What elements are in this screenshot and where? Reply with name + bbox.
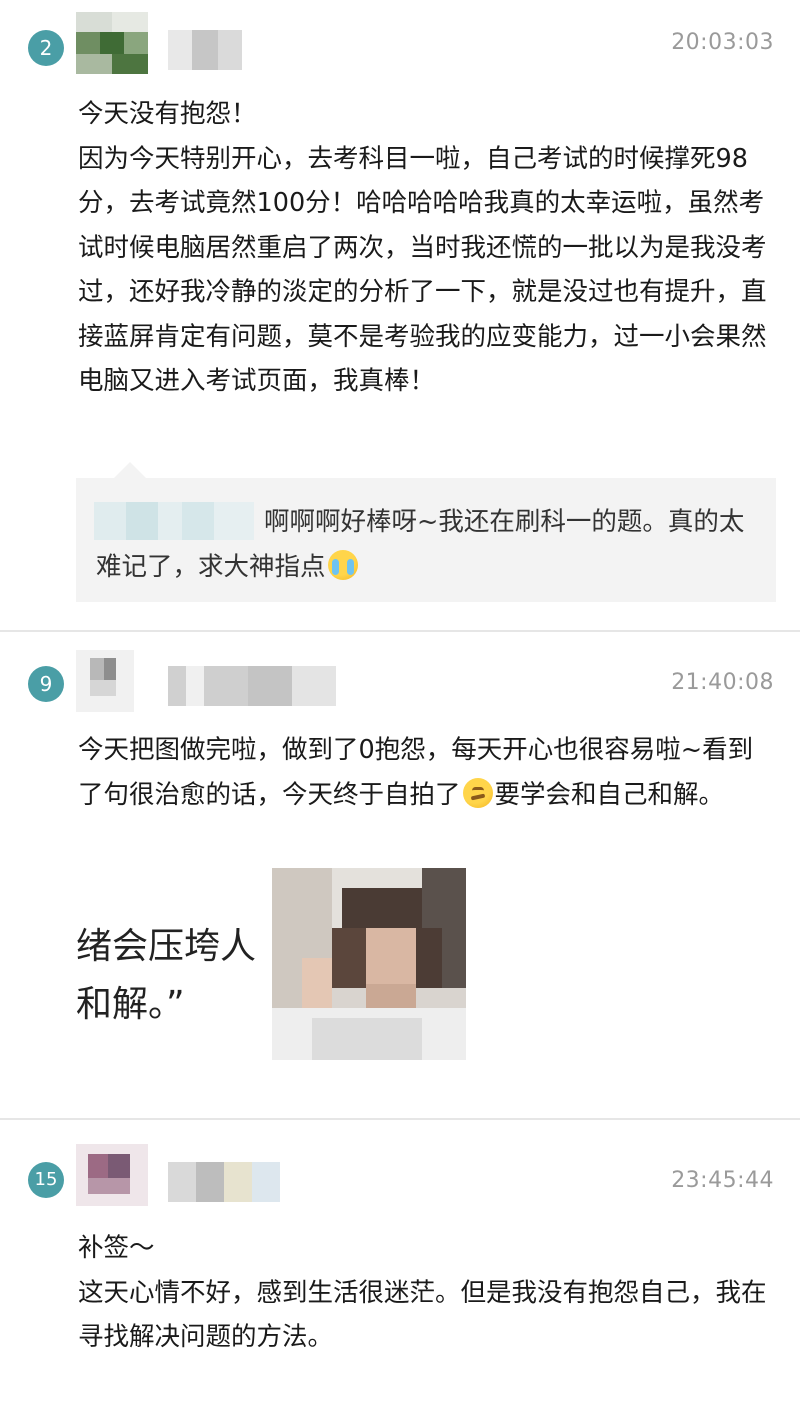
floor-badge: 15 bbox=[28, 1162, 64, 1198]
selfie-image-blurred[interactable] bbox=[272, 868, 466, 1060]
divider bbox=[0, 1118, 800, 1120]
post-floor-15: 15 23:45:44 补签～ 这天心情不好，感到生活很迷茫。但是我没有抱怨自己… bbox=[0, 1128, 800, 1410]
avatar[interactable] bbox=[76, 12, 148, 74]
post-timestamp: 23:45:44 bbox=[671, 1168, 774, 1193]
reply-text-content: 啊啊啊好棒呀~我还在刷科一的题。真的太难记了，求大神指点 bbox=[96, 507, 745, 582]
post-floor-2: 2 20:03:03 今天没有抱怨！ 因为今天特别开心，去考科目一啦，自己考试的… bbox=[0, 0, 800, 630]
attached-images: 绪会压垮人 和解。” bbox=[76, 868, 776, 1060]
username-blurred[interactable] bbox=[168, 30, 242, 70]
username-blurred[interactable] bbox=[168, 666, 336, 706]
post-timestamp: 21:40:08 bbox=[671, 670, 774, 695]
thinking-face-icon bbox=[462, 777, 493, 808]
quote-image[interactable]: 绪会压垮人 和解。” bbox=[76, 918, 266, 1048]
post-body: 补签～ 这天心情不好，感到生活很迷茫。但是我没有抱怨自己，我在寻找解决问题的方法… bbox=[78, 1233, 767, 1352]
reply-caret bbox=[114, 462, 146, 478]
post-body: 今天把图做完啦，做到了0抱怨，每天开心也很容易啦~看到了句很治愈的话，今天终于自… bbox=[78, 728, 778, 817]
username-blurred[interactable] bbox=[168, 1162, 280, 1202]
floor-badge: 2 bbox=[28, 30, 64, 66]
reply-text: 啊啊啊好棒呀~我还在刷科一的题。真的太难记了，求大神指点 bbox=[96, 500, 756, 589]
crying-face-icon bbox=[327, 549, 358, 580]
post-body: 今天没有抱怨！ 因为今天特别开心，去考科目一啦，自己考试的时候撑死98分，去考试… bbox=[78, 99, 767, 396]
post-body-part2: 要学会和自己和解。 bbox=[494, 779, 725, 810]
avatar[interactable] bbox=[76, 650, 134, 712]
avatar[interactable] bbox=[76, 1144, 148, 1206]
post-timestamp: 20:03:03 bbox=[671, 30, 774, 55]
floor-badge: 9 bbox=[28, 666, 64, 702]
divider bbox=[0, 630, 800, 632]
